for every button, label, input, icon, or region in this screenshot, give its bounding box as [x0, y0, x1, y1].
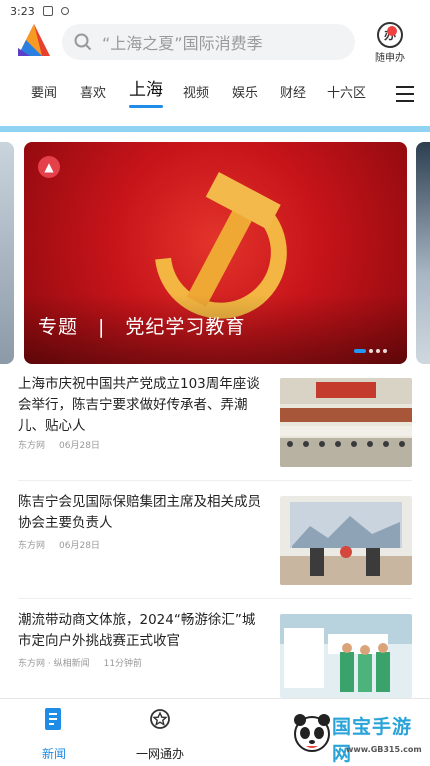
nav-yiwangtongban[interactable]: 一网通办	[120, 707, 200, 762]
sync-icon	[60, 7, 69, 15]
news-meta: 东方网 06月28日	[18, 538, 114, 551]
watermark-url: www.GB315.com	[346, 745, 422, 754]
news-date: 06月28日	[59, 441, 100, 451]
news-thumbnail	[280, 378, 412, 467]
app-header: “上海之夏”国际消费季 办 随申办	[0, 22, 430, 66]
panda-logo	[294, 714, 330, 752]
suishen-icon: 办	[377, 22, 403, 48]
carousel-next-slide[interactable]	[416, 142, 430, 364]
star-badge-icon	[150, 709, 170, 729]
carousel-dots	[351, 349, 387, 353]
carousel-slide[interactable]: ▲ 专题 | 党纪学习教育	[24, 142, 407, 364]
carousel-caption: 专题 | 党纪学习教育	[38, 316, 246, 338]
news-meta: 东方网 · 纵相新闻 11分钟前	[18, 656, 156, 669]
news-source: 东方网	[18, 541, 46, 551]
news-source: 东方网	[18, 441, 46, 451]
search-placeholder: “上海之夏”国际消费季	[102, 34, 263, 53]
news-source: 东方网 · 纵相新闻	[18, 659, 90, 669]
search-bar[interactable]: “上海之夏”国际消费季	[62, 24, 355, 60]
carousel-prev-slide[interactable]	[0, 142, 14, 364]
tab-shiliuqu[interactable]: 十六区	[327, 80, 366, 108]
notification-dot	[387, 26, 397, 36]
news-date: 06月28日	[59, 541, 100, 551]
suishen-button[interactable]: 办 随申办	[368, 22, 412, 66]
channel-divider	[0, 126, 430, 132]
active-tab-indicator	[129, 105, 163, 108]
suishen-label: 随申办	[375, 53, 405, 64]
tab-xihuan[interactable]: 喜欢	[80, 80, 106, 108]
tab-yule[interactable]: 娱乐	[232, 80, 258, 108]
notification-icon	[42, 6, 53, 16]
menu-icon[interactable]	[396, 86, 414, 102]
banner-carousel[interactable]: ▲ 专题 | 党纪学习教育	[0, 142, 430, 364]
nav-news[interactable]: 新闻	[14, 707, 94, 762]
app-logo[interactable]	[16, 22, 52, 60]
news-date: 11分钟前	[103, 659, 143, 669]
site-watermark: 国宝手游网 www.GB315.com	[294, 702, 430, 766]
search-icon	[74, 33, 92, 51]
news-title: 陈吉宁会见国际保赔集团主席及相关成员协会主要负责人	[18, 494, 261, 531]
channel-tabs: 要闻 喜欢 上海 视频 娱乐 财经 十六区	[0, 80, 430, 110]
fire-icon: ▲	[38, 156, 60, 178]
nav-news-label: 新闻	[41, 747, 66, 761]
news-meta: 东方网 06月28日	[18, 438, 114, 451]
news-title: 上海市庆祝中国共产党成立103周年座谈会举行，陈吉宁要求做好传承者、弄潮儿、贴心…	[18, 376, 260, 434]
tab-yaowen[interactable]: 要闻	[31, 80, 57, 108]
news-thumbnail	[280, 496, 412, 585]
news-thumbnail	[280, 614, 412, 698]
news-title: 潮流带动商文体旅，2024“畅游徐汇”城市定向户外挑战赛正式收官	[18, 612, 256, 649]
tab-shipin[interactable]: 视频	[183, 80, 209, 108]
tab-caijing[interactable]: 财经	[280, 80, 306, 108]
tab-shanghai[interactable]: 上海	[129, 76, 163, 108]
watermark-text: 国宝手游网	[332, 716, 413, 765]
status-bar: 3:23	[0, 0, 430, 22]
nav-yiwangtongban-label: 一网通办	[135, 747, 184, 761]
status-time: 3:23	[10, 4, 35, 18]
news-icon	[45, 708, 61, 730]
